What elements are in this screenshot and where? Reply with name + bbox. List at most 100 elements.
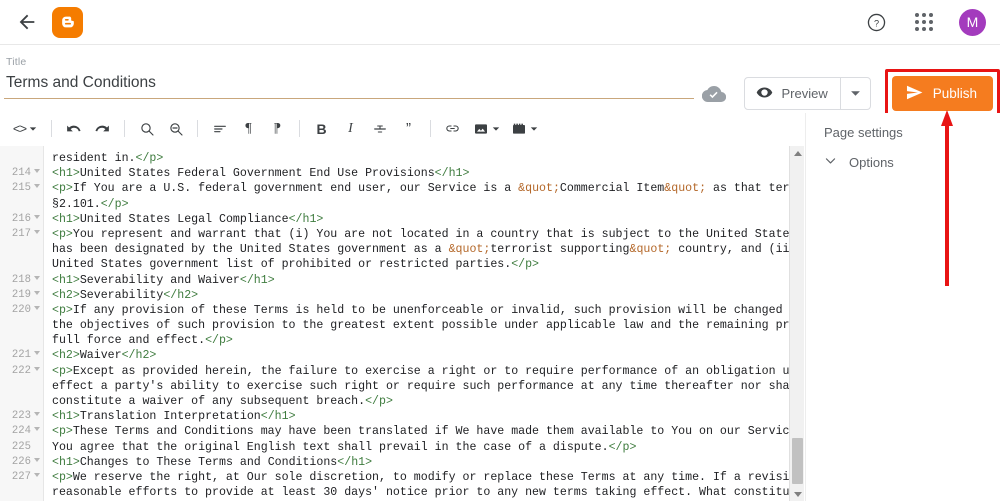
- title-block: Title: [4, 56, 695, 99]
- code-line: <h2>Waiver</h2>: [52, 348, 793, 363]
- preview-dropdown-caret-icon[interactable]: [839, 78, 870, 109]
- italic-button[interactable]: I: [336, 116, 365, 142]
- zoom-in-button[interactable]: [132, 116, 161, 142]
- code-line: constitute a waiver of any subsequent br…: [52, 394, 793, 409]
- fold-marker-icon[interactable]: [34, 472, 40, 477]
- code-text: Waiver: [79, 349, 122, 363]
- fold-marker-icon[interactable]: [34, 457, 40, 462]
- fold-marker-icon[interactable]: [34, 412, 40, 417]
- code-text: §2.101.: [52, 197, 101, 211]
- title-input[interactable]: [4, 68, 695, 99]
- scrollbar-thumb[interactable]: [792, 438, 803, 484]
- code-line: §2.101.</p>: [52, 197, 793, 212]
- fold-marker-icon[interactable]: [34, 351, 40, 356]
- editor-vertical-scrollbar[interactable]: [789, 146, 804, 501]
- top-app-bar: ? M: [0, 0, 1000, 45]
- publish-highlight-box: Publish: [884, 69, 1000, 118]
- html-tag: <h1>: [52, 410, 80, 424]
- send-icon: [905, 83, 924, 105]
- fold-marker-icon[interactable]: [34, 290, 40, 295]
- html-tag: </p>: [608, 440, 637, 454]
- page-settings-panel: Page settings Options: [805, 113, 1000, 501]
- preview-button[interactable]: Preview: [745, 78, 839, 109]
- html-view-button[interactable]: <>: [6, 116, 44, 142]
- avatar[interactable]: M: [959, 8, 986, 36]
- back-arrow-icon[interactable]: [12, 7, 42, 37]
- quote-button[interactable]: ”: [394, 116, 423, 142]
- line-number: [0, 485, 43, 500]
- bold-button[interactable]: B: [307, 116, 336, 142]
- html-tag: </h1>: [434, 167, 470, 181]
- fold-marker-icon[interactable]: [34, 229, 40, 234]
- html-tag: <p>: [52, 182, 73, 196]
- code-line: You agree that the original English text…: [52, 440, 793, 455]
- line-number: [0, 379, 43, 394]
- strikethrough-button[interactable]: [365, 116, 394, 142]
- preview-label: Preview: [781, 86, 828, 101]
- code-line: <p>You represent and warrant that (i) Yo…: [52, 227, 793, 242]
- html-tag: </h1>: [260, 410, 296, 424]
- undo-button[interactable]: [59, 116, 88, 142]
- code-text: Severability and Waiver: [79, 273, 240, 287]
- code-text: resident in.: [52, 152, 136, 165]
- code-text: reasonable efforts to provide at least 3…: [52, 486, 793, 500]
- help-icon[interactable]: ?: [863, 9, 889, 35]
- eye-icon: [756, 84, 773, 104]
- editor-actions: Preview Publish: [700, 69, 1000, 118]
- fold-marker-icon[interactable]: [34, 366, 40, 371]
- top-bar-actions: ? M: [863, 8, 986, 36]
- blogger-logo-icon[interactable]: [52, 6, 83, 38]
- html-tag: </p>: [365, 395, 393, 408]
- code-text: If any provision of these Terms is held …: [72, 303, 793, 317]
- apps-grid-icon[interactable]: [911, 9, 937, 35]
- html-tag: <h1>: [52, 212, 80, 226]
- code-text: United States government list of prohibi…: [52, 258, 512, 272]
- html-tag: </p>: [205, 334, 233, 348]
- paragraph-rtl-button[interactable]: ¶: [263, 116, 292, 142]
- line-number: 219: [0, 288, 43, 303]
- line-number: 221: [0, 348, 43, 363]
- code-content[interactable]: resident in.</p> <h1>United States Federa…: [44, 146, 793, 501]
- code-line: resident in.</p>: [52, 151, 793, 166]
- options-row[interactable]: Options: [806, 140, 1000, 170]
- image-button[interactable]: [467, 116, 505, 142]
- html-tag: </p>: [135, 152, 164, 165]
- line-number: 217: [0, 227, 43, 242]
- code-text: Commercial Item: [559, 182, 665, 196]
- video-button[interactable]: [505, 116, 543, 142]
- saved-cloud-icon: [700, 80, 728, 108]
- paragraph-ltr-button[interactable]: ¶: [234, 116, 263, 142]
- title-label: Title: [6, 56, 27, 68]
- fold-marker-icon[interactable]: [34, 427, 40, 432]
- code-text: constitute a waiver of any subsequent br…: [52, 395, 366, 408]
- fold-marker-icon[interactable]: [34, 275, 40, 280]
- code-text: United States Legal Compliance: [79, 212, 289, 226]
- svg-text:?: ?: [873, 18, 878, 28]
- publish-button[interactable]: Publish: [891, 76, 993, 111]
- fold-marker-icon[interactable]: [34, 214, 40, 219]
- code-text: as that term is defined at 48 C.F.R.: [712, 182, 793, 196]
- html-tag: <p>: [52, 425, 73, 439]
- format-button[interactable]: [205, 116, 234, 142]
- line-number-gutter: 214 215 216 217 218 219 220 221 222 223 224 225 226 2…: [0, 146, 44, 501]
- zoom-out-button[interactable]: [161, 116, 190, 142]
- code-text: has been designated by the United States…: [52, 243, 449, 257]
- line-number: 226: [0, 455, 43, 470]
- code-line: the objectives of such provision to the …: [52, 318, 793, 333]
- code-text: terrorist supporting: [490, 243, 630, 257]
- code-line: <p>If You are a U.S. federal government …: [52, 181, 793, 196]
- html-code-editor[interactable]: 214 215 216 217 218 219 220 221 222 223 224 225 226 2…: [0, 146, 793, 501]
- code-line: <h1>United States Legal Compliance</h1>: [52, 212, 793, 227]
- scroll-down-arrow-icon[interactable]: [790, 487, 805, 501]
- line-number: 225: [11, 440, 31, 453]
- code-text: We reserve the right, at Our sole discre…: [72, 470, 793, 484]
- redo-button[interactable]: [88, 116, 117, 142]
- link-button[interactable]: [438, 116, 467, 142]
- code-text: You represent and warrant that (i) You a…: [72, 227, 793, 241]
- scroll-up-arrow-icon[interactable]: [790, 146, 805, 160]
- code-line: United States government list of prohibi…: [52, 257, 793, 272]
- line-number: 214: [0, 166, 43, 181]
- fold-marker-icon[interactable]: [34, 305, 40, 310]
- fold-marker-icon[interactable]: [34, 184, 40, 189]
- fold-marker-icon[interactable]: [34, 169, 40, 174]
